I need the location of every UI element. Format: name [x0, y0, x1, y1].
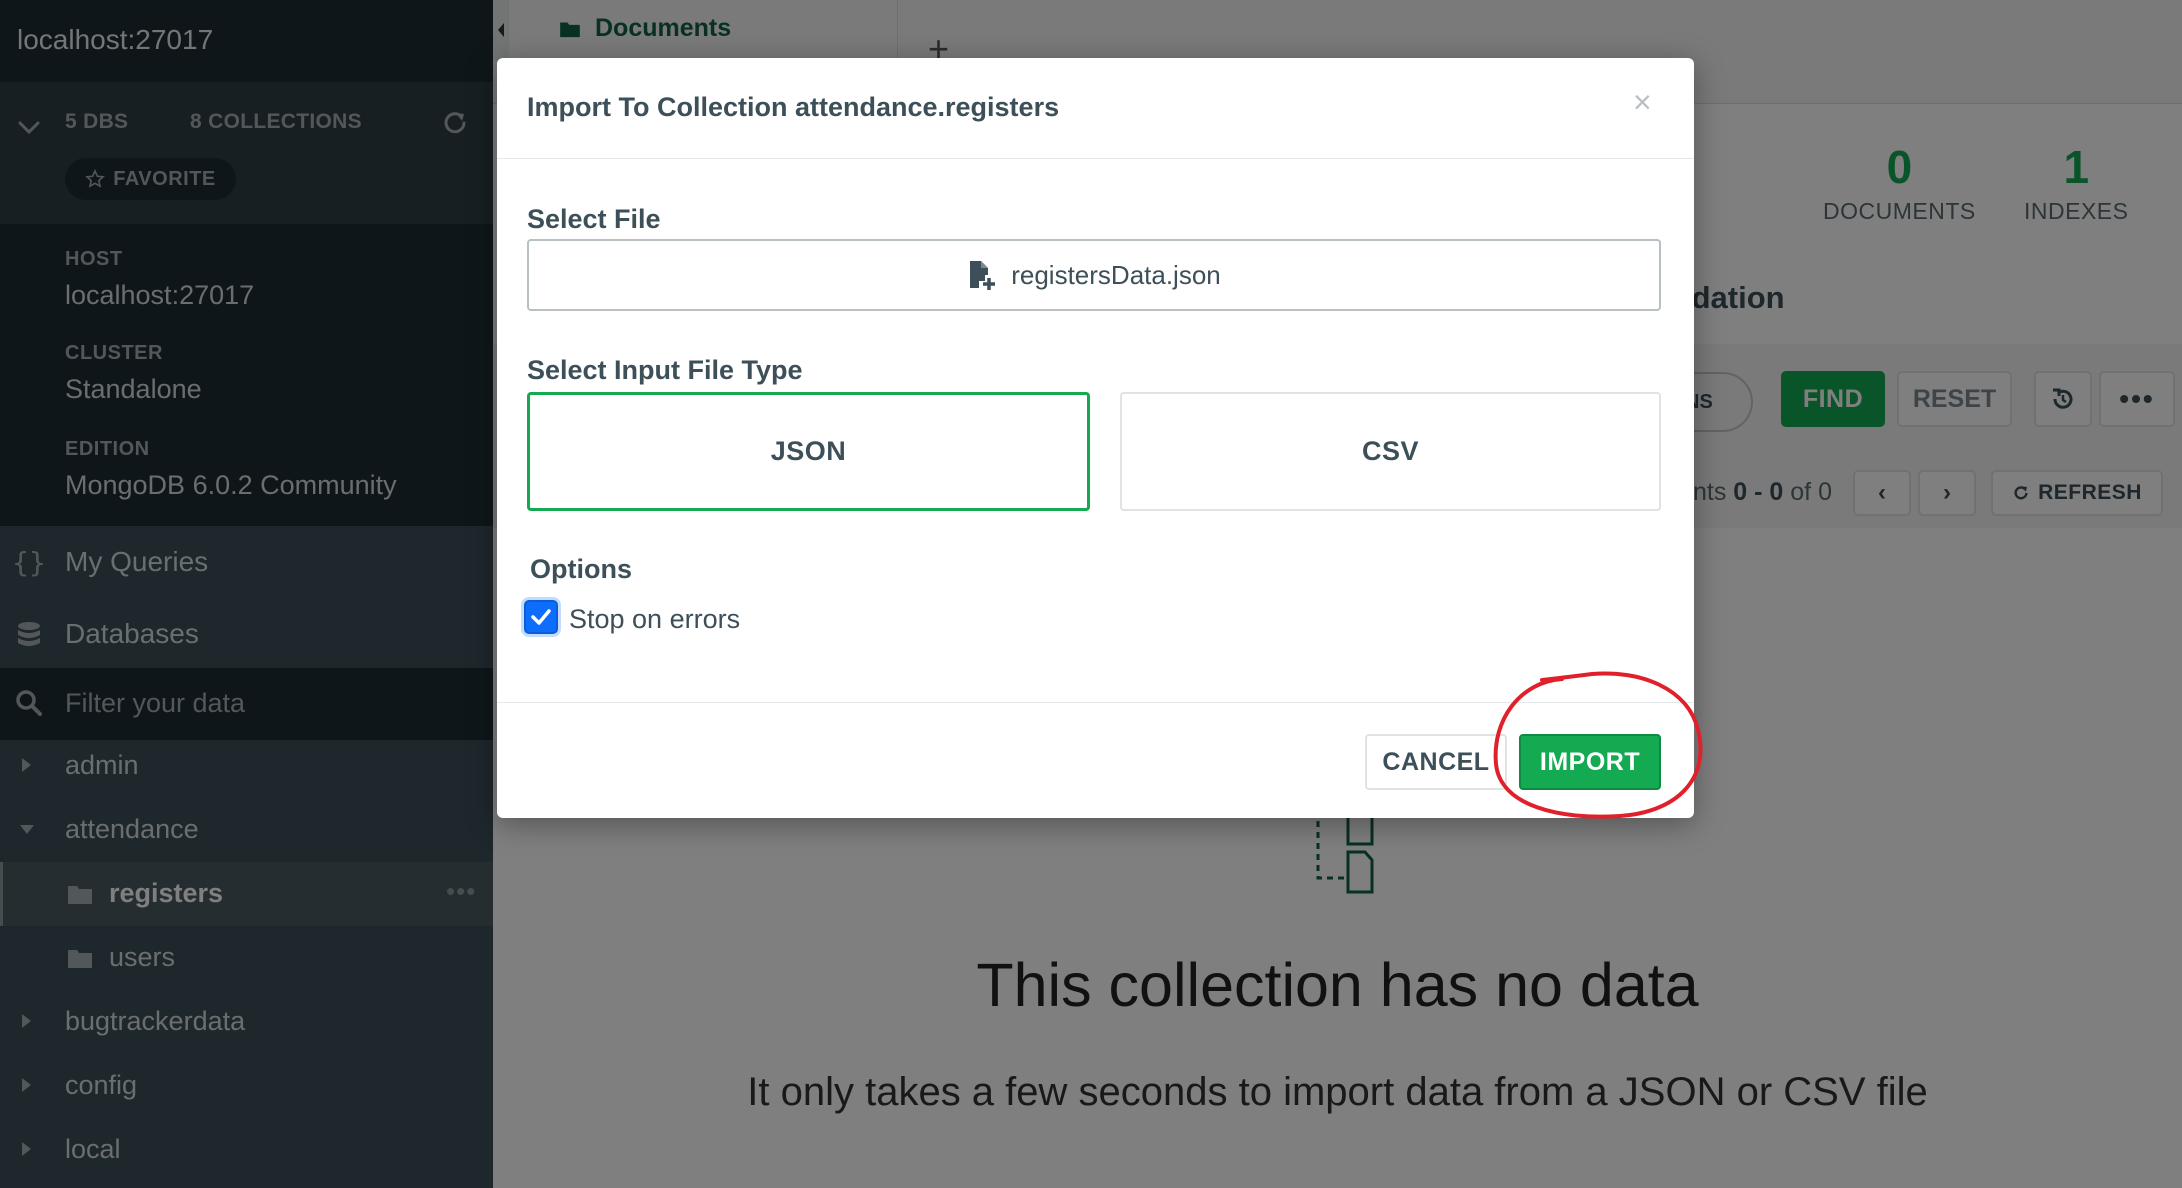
- import-modal: Import To Collection attendance.register…: [497, 58, 1694, 818]
- file-picker[interactable]: registersData.json: [527, 239, 1661, 311]
- options-label: Options: [530, 554, 632, 584]
- close-icon[interactable]: ×: [1633, 86, 1652, 118]
- file-type-json[interactable]: JSON: [527, 392, 1090, 511]
- file-type-csv[interactable]: CSV: [1120, 392, 1661, 511]
- select-type-label: Select Input File Type: [527, 355, 803, 385]
- cancel-button[interactable]: CANCEL: [1365, 734, 1507, 790]
- divider: [497, 158, 1694, 159]
- select-file-label: Select File: [527, 204, 661, 234]
- check-icon: [531, 609, 551, 625]
- stop-on-errors-label[interactable]: Stop on errors: [569, 604, 740, 635]
- stop-on-errors-checkbox[interactable]: [524, 600, 558, 634]
- file-add-icon: [970, 261, 996, 290]
- file-name: registersData.json: [1011, 259, 1221, 290]
- import-button[interactable]: IMPORT: [1519, 734, 1661, 790]
- modal-title: Import To Collection attendance.register…: [527, 92, 1060, 122]
- divider: [497, 702, 1694, 703]
